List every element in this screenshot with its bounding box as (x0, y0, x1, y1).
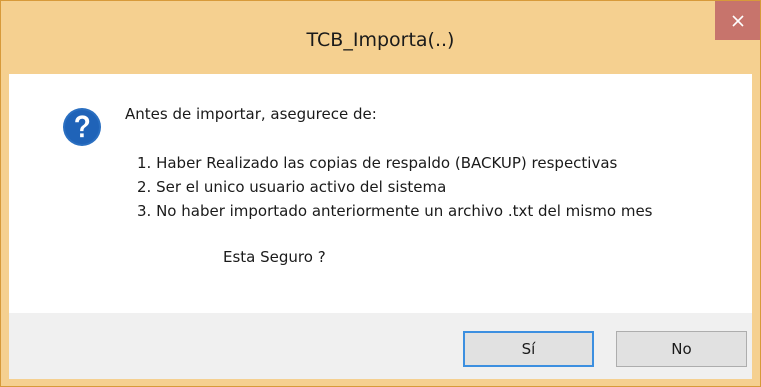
window-border-right (752, 74, 760, 379)
question-icon (63, 108, 101, 146)
message-item-3: 3. No haber importado anteriormente un a… (137, 202, 653, 220)
window-title: TCB_Importa(..) (306, 29, 455, 51)
title-bar[interactable]: TCB_Importa(..) (1, 1, 760, 74)
yes-button[interactable]: Sí (463, 331, 594, 367)
no-button[interactable]: No (616, 331, 747, 367)
button-bar: Sí No (9, 313, 752, 379)
close-button[interactable] (715, 1, 760, 40)
message-item-1: 1. Haber Realizado las copias de respald… (137, 154, 618, 172)
message-intro: Antes de importar, asegurece de: (125, 105, 377, 123)
message-question: Esta Seguro ? (223, 248, 326, 266)
message-item-2: 2. Ser el unico usuario activo del siste… (137, 178, 447, 196)
window-border-left (1, 74, 9, 379)
dialog-window: TCB_Importa(..) Antes de importar, asegu… (0, 0, 761, 387)
message-area: Antes de importar, asegurece de: 1. Habe… (9, 74, 752, 313)
window-border-bottom (1, 379, 760, 386)
close-icon (731, 14, 744, 27)
